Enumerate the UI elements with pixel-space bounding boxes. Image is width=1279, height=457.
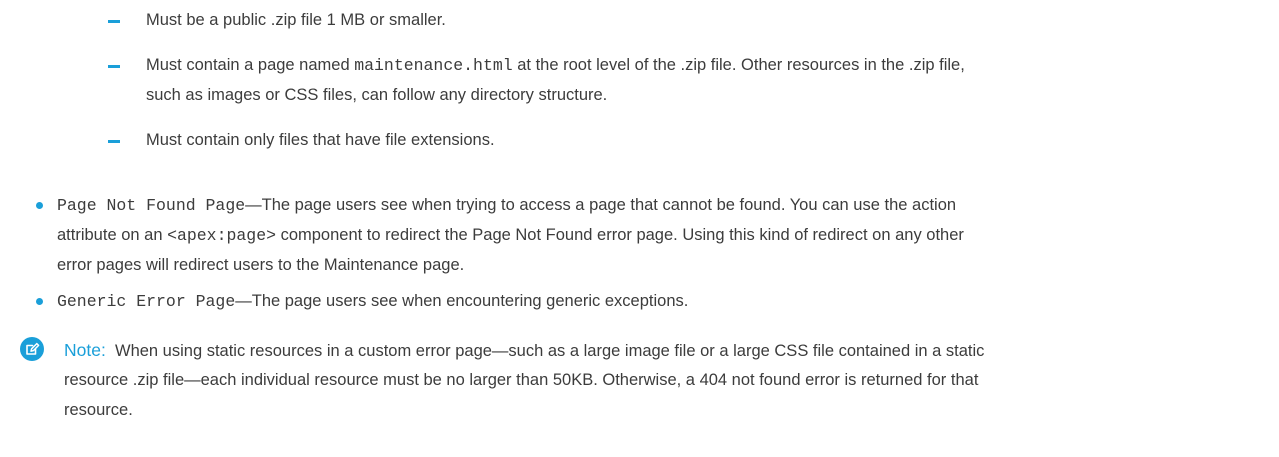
bullet-text-line: error pages will redirect users to the M… — [57, 256, 465, 274]
bullet-text: component to redirect the Page Not Found… — [276, 226, 964, 244]
note-text-line: Note: When using static resources in a c… — [64, 335, 1262, 366]
sub-item-text: Must contain only files that have file e… — [146, 131, 495, 149]
sub-item-text-after: at the root level of the .zip file. Othe… — [512, 56, 965, 74]
note-label: Note: — [64, 340, 106, 360]
note-text: When using static resources in a custom … — [115, 342, 985, 360]
note-text-line: resource .zip file—each individual resou… — [64, 371, 979, 389]
note-edit-icon — [20, 337, 44, 361]
sub-item-text: Must contain a page named maintenance.ht… — [146, 50, 965, 81]
bullet-text-line: Page Not Found Page—The page users see w… — [57, 190, 1265, 221]
bullet-text: —The page users see when encountering ge… — [235, 292, 689, 310]
code-maintenance-html: maintenance.html — [354, 56, 513, 75]
code-apex-page: <apex:page> — [167, 226, 276, 245]
bullet-text: —The page users see when trying to acces… — [245, 196, 957, 214]
code-generic-error-page: Generic Error Page — [57, 292, 236, 311]
code-page-not-found-page: Page Not Found Page — [57, 196, 246, 215]
bullet-dot — [36, 202, 43, 209]
note-text-line: resource. — [64, 401, 133, 419]
dash-marker — [108, 20, 120, 23]
dash-marker — [108, 65, 120, 68]
sub-item-text: Must be a public .zip file 1 MB or small… — [146, 11, 446, 29]
bullet-dot — [36, 298, 43, 305]
bullet-text-line: Generic Error Page—The page users see wh… — [57, 286, 1265, 317]
sub-item-text-before: Must contain a page named — [146, 56, 355, 74]
sub-item-text-line2: such as images or CSS files, can follow … — [146, 86, 608, 104]
bullet-text-line: attribute on an <apex:page> component to… — [57, 220, 1265, 251]
bullet-text: attribute on an — [57, 226, 168, 244]
dash-marker — [108, 140, 120, 143]
